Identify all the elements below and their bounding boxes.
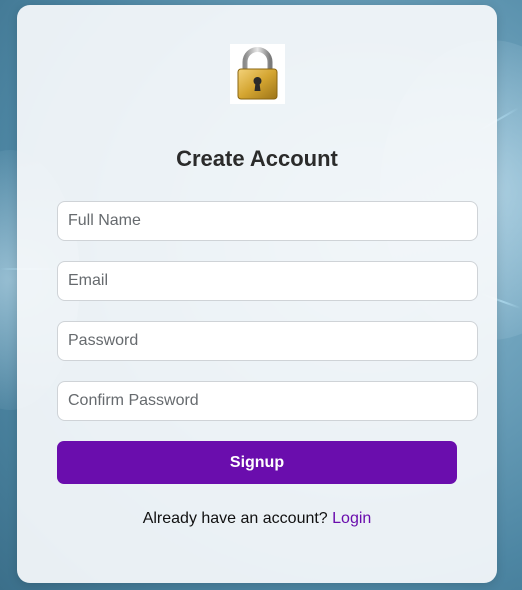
confirm-password-input[interactable] xyxy=(57,381,478,421)
login-prompt-text: Already have an account? xyxy=(142,510,328,527)
lock-icon xyxy=(230,44,285,104)
login-prompt: Already have an account? Login xyxy=(17,510,497,528)
login-link[interactable]: Login xyxy=(332,510,371,527)
password-input[interactable] xyxy=(57,321,478,361)
email-input[interactable] xyxy=(57,261,478,301)
signup-card: Create Account Signup Already have an ac… xyxy=(17,5,497,583)
page-title: Create Account xyxy=(176,146,338,171)
full-name-input[interactable] xyxy=(57,201,478,241)
signup-button[interactable]: Signup xyxy=(57,441,457,484)
